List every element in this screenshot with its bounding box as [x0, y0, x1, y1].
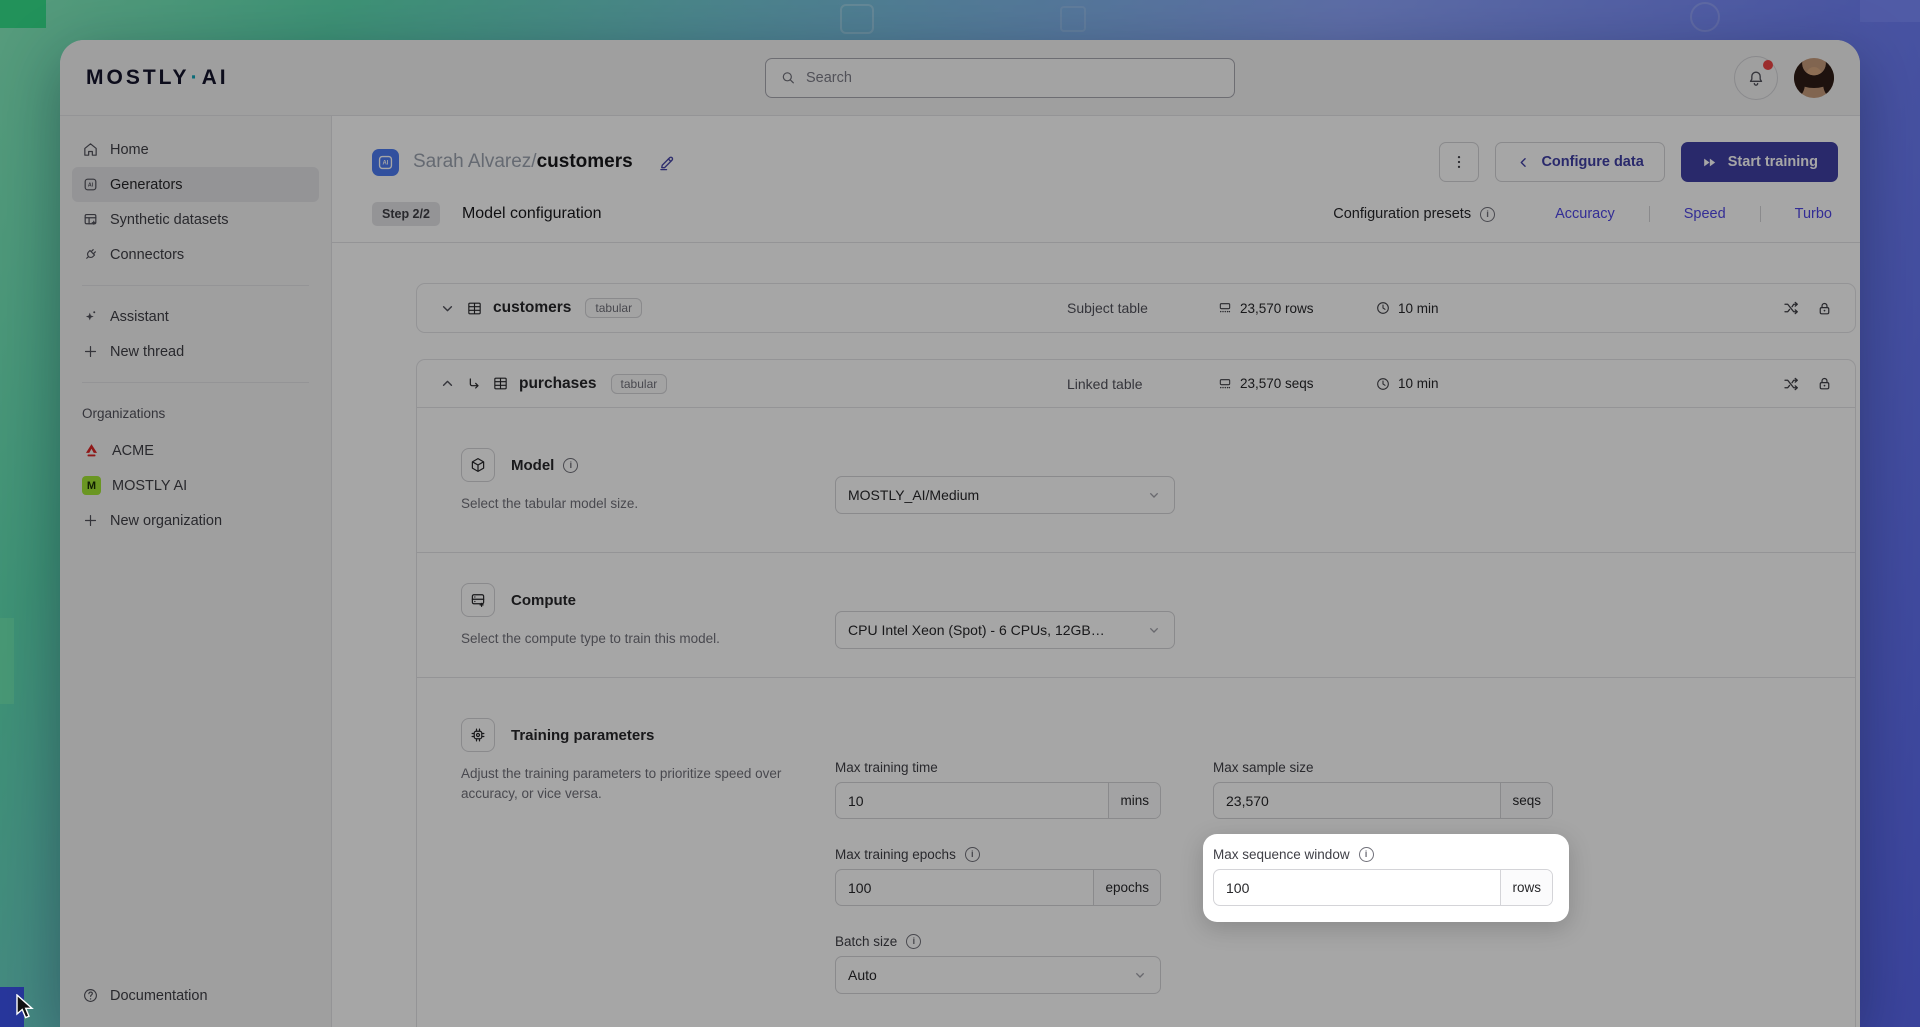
- info-icon[interactable]: [1359, 847, 1374, 862]
- max-sequence-window-spotlight: Max sequence window rows: [1203, 834, 1569, 922]
- unit-label: rows: [1500, 870, 1552, 905]
- max-sequence-window-input[interactable]: [1214, 870, 1500, 905]
- walkthrough-dim-overlay[interactable]: [0, 0, 1920, 1027]
- mouse-cursor: [16, 994, 38, 1022]
